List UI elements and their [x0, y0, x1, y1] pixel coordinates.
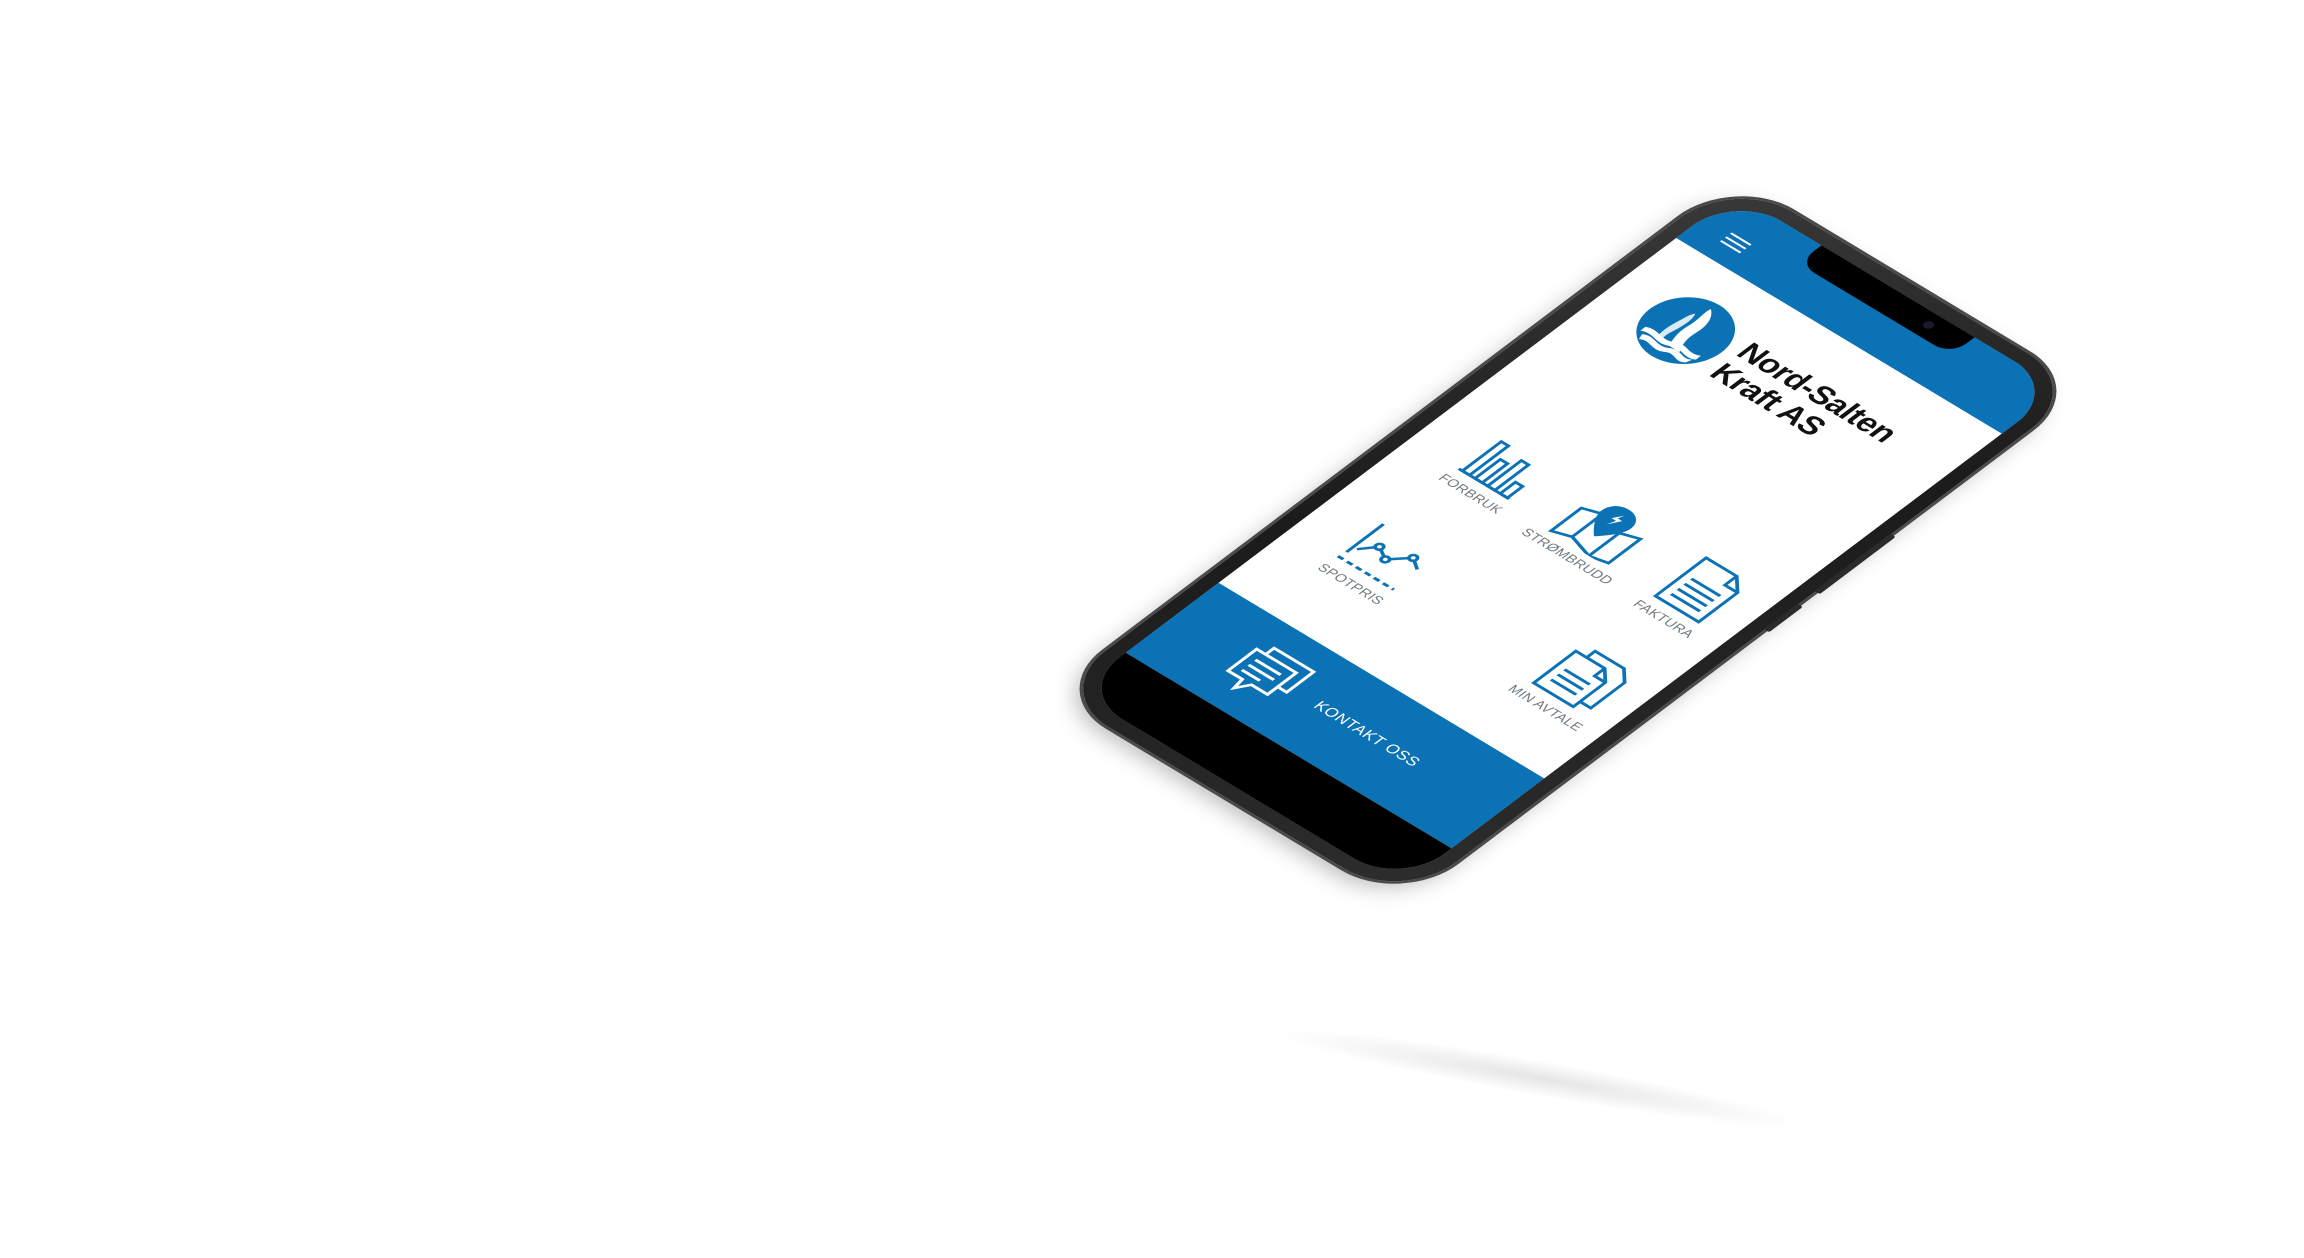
- phone-shadow: [1268, 1013, 1808, 1143]
- hamburger-menu-icon[interactable]: [1718, 232, 1752, 255]
- phone-device: Nord-Salten Kraft AS FORBRUK STRØMBRUDD …: [1050, 176, 2086, 904]
- phone-notch: [1797, 245, 1975, 356]
- camera-icon: [1920, 319, 1937, 331]
- brand-name: Nord-Salten Kraft AS: [1702, 338, 1905, 469]
- tile-spotpris[interactable]: SPOTPRIS: [1295, 508, 1462, 619]
- contact-label: KONTAKT OSS: [1309, 698, 1425, 770]
- chat-bubbles-icon: [1225, 646, 1317, 697]
- stage: Nord-Salten Kraft AS FORBRUK STRØMBRUDD …: [0, 0, 2304, 1258]
